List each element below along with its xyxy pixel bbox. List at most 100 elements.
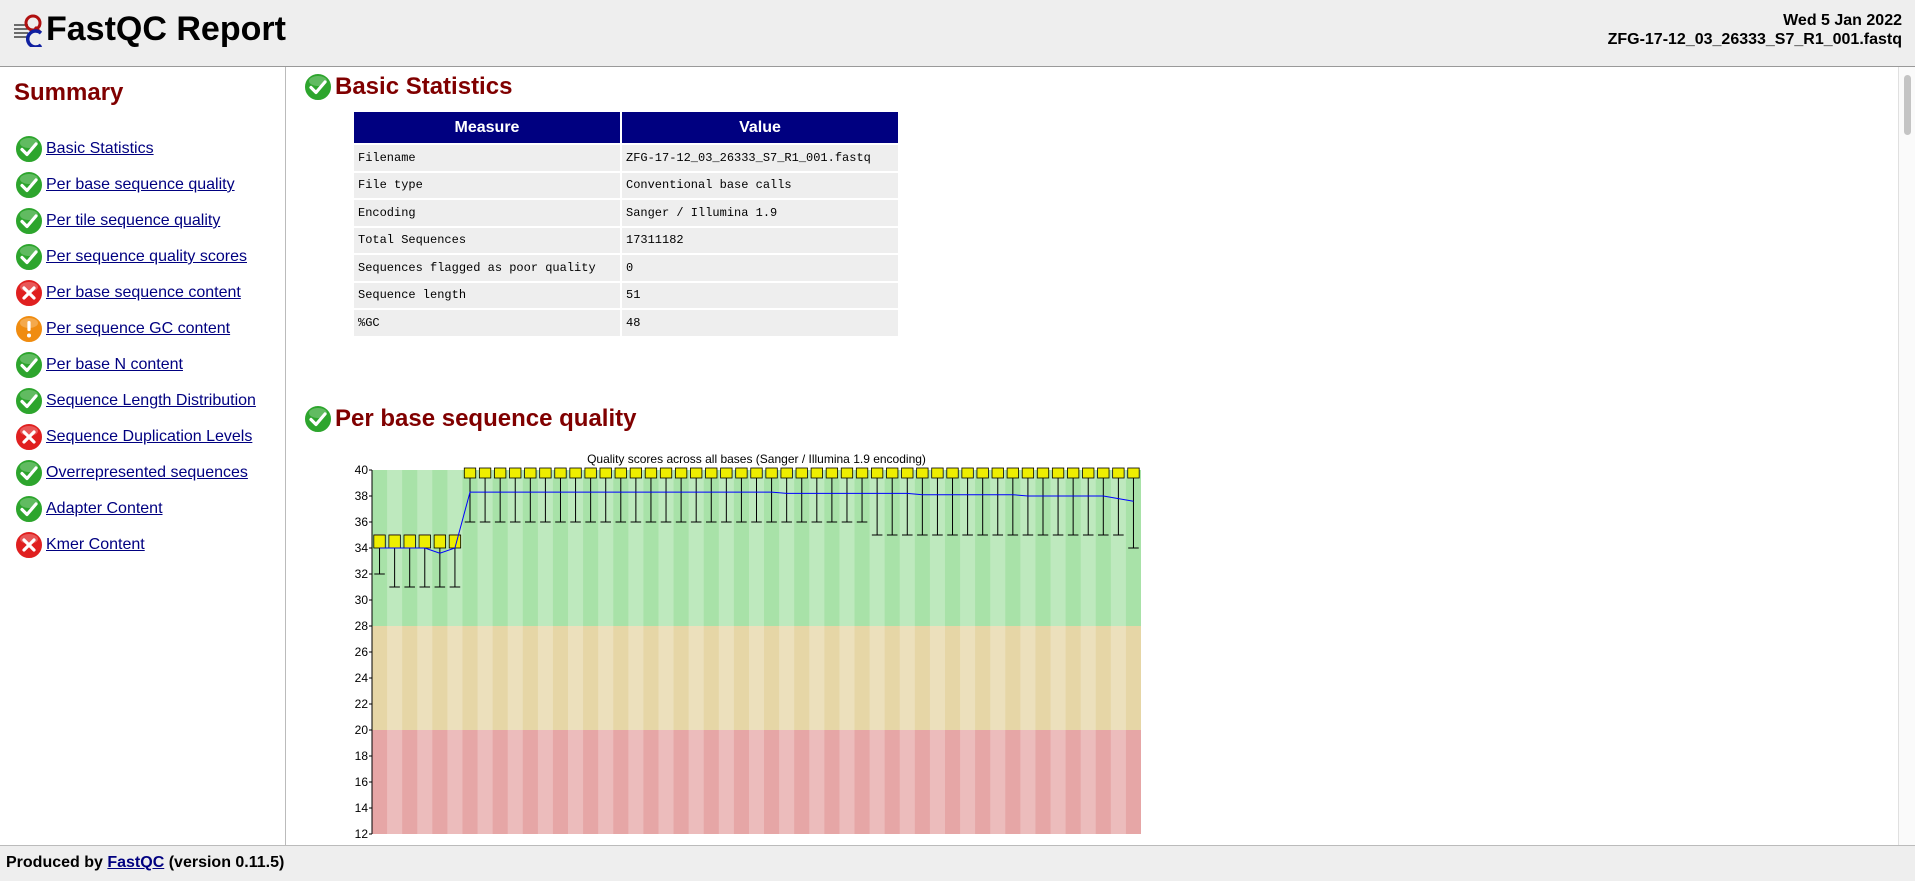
position-stripe [779,470,795,834]
summary-link[interactable]: Sequence Length Distribution [46,392,256,410]
quality-box [629,467,643,479]
y-tick-label: 22 [355,697,369,711]
quality-box [599,467,612,479]
quality-box [1112,467,1125,479]
table-row: Total Sequences 17311182 [354,227,898,253]
quality-box [509,467,522,479]
quality-chart: 12 14 16 18 20 22 24 26 28 30 32 34 36 38 40 Quality sc… [332,452,1152,845]
pass-icon [14,206,44,236]
table-header-measure: Measure [354,112,620,143]
quality-box [690,467,703,479]
quality-box [991,467,1004,479]
basic-statistics-heading: Basic Statistics [303,72,512,102]
summary-item: Per tile sequence quality [14,203,256,239]
position-stripe [658,470,674,834]
summary-link[interactable]: Per base sequence quality [46,176,235,194]
report-date: Wed 5 Jan 2022 [1783,12,1902,29]
value-cell: 51 [622,282,898,308]
summary-link[interactable]: Kmer Content [46,536,145,554]
quality-box [1127,467,1140,479]
table-row: Encoding Sanger / Illumina 1.9 [354,200,898,226]
report-title: FastQC Report [46,10,286,48]
position-stripe [537,470,553,834]
measure-cell: Sequences flagged as poor quality [354,255,620,281]
report-footer: Produced by FastQC (version 0.11.5) [0,845,1915,881]
position-stripe [718,470,734,834]
footer-prefix: Produced by [6,854,103,871]
summary-link[interactable]: Per tile sequence quality [46,212,220,230]
per-base-quality-heading: Per base sequence quality [303,404,636,434]
quality-box [886,467,899,479]
table-row: Filename ZFG-17-12_03_26333_S7_R1_001.fas… [354,145,898,171]
position-stripe [748,470,765,834]
quality-box [373,534,386,549]
chart-title: Quality scores across all bases (Sanger … [587,454,926,466]
pass-icon [14,386,44,416]
measure-cell: Filename [354,145,620,171]
quality-box [674,467,688,479]
quality-box [720,467,733,479]
quality-box [539,467,552,479]
value-cell: 17311182 [622,227,898,253]
scrollbar-thumb[interactable] [1904,75,1911,135]
measure-cell: Encoding [354,200,620,226]
value-cell: 0 [622,255,898,281]
quality-box [946,467,959,479]
vertical-scrollbar[interactable] [1898,67,1915,845]
fastqc-logo [14,14,43,47]
fail-icon [14,278,44,308]
quality-box [433,534,446,549]
table-row: Sequence length 51 [354,282,898,308]
main-content[interactable]: Basic Statistics Measure Value Filename Z… [286,67,1898,845]
value-cell: ZFG-17-12_03_26333_S7_R1_001.fastq [622,145,898,171]
quality-box [524,467,537,479]
report-filename: ZFG-17-12_03_26333_S7_R1_001.fastq [1607,31,1902,48]
quality-box [1082,467,1095,479]
quality-box [614,467,627,479]
y-tick-label: 12 [355,827,369,841]
quality-chart-svg: 12 14 16 18 20 22 24 26 28 30 32 34 36 38 40 Quality sc… [355,452,1141,841]
pass-icon [14,350,44,380]
summary-link[interactable]: Per base N content [46,356,183,374]
quality-box [1036,467,1050,479]
quality-box [584,467,597,479]
position-stripe [809,470,825,834]
y-tick-label: 14 [355,801,369,815]
report-meta: Wed 5 Jan 2022 ZFG-17-12_03_26333_S7_R1_… [1608,11,1902,49]
pass-icon [303,72,333,102]
summary-link[interactable]: Per base sequence content [46,284,241,302]
pass-icon [14,170,44,200]
quality-box [1006,467,1019,479]
quality-box [644,467,658,479]
measure-cell: File type [354,172,620,198]
summary-link[interactable]: Adapter Content [46,500,163,518]
report-header: FastQC Report Wed 5 Jan 2022 ZFG-17-12_0… [0,0,1915,67]
summary-item: Adapter Content [14,491,256,527]
quality-box [388,534,401,549]
summary-link[interactable]: Per sequence quality scores [46,248,247,266]
summary-title: Summary [14,79,124,106]
quality-box [976,467,989,479]
y-tick-label: 24 [355,671,369,685]
summary-link[interactable]: Overrepresented sequences [46,464,248,482]
quality-box [901,467,914,479]
basic-statistics-title: Basic Statistics [335,73,513,100]
position-stripe [839,470,855,834]
position-stripe [688,470,704,834]
quality-box [870,467,884,479]
position-stripe [477,470,493,834]
fastqc-link[interactable]: FastQC [107,854,164,871]
summary-link[interactable]: Per sequence GC content [46,320,230,338]
summary-item: Basic Statistics [14,131,256,167]
y-tick-label: 30 [355,593,369,607]
position-stripe [598,470,614,834]
quality-box [1051,467,1065,479]
quality-box [569,467,582,479]
summary-link[interactable]: Basic Statistics [46,140,154,158]
quality-box [855,467,869,479]
y-tick-label: 34 [355,541,369,555]
position-stripe [447,470,463,834]
quality-box [780,467,793,479]
summary-link[interactable]: Sequence Duplication Levels [46,428,252,446]
summary-item: Per base sequence content [14,275,256,311]
